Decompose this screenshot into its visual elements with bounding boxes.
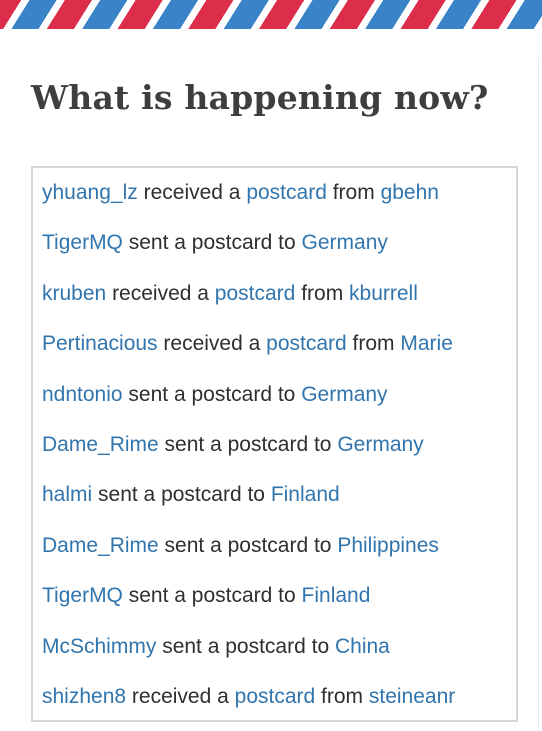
sender-link[interactable]: kburrell bbox=[349, 282, 418, 305]
feed-action-text: sent a postcard to bbox=[128, 231, 296, 255]
country-link[interactable]: Finland bbox=[271, 483, 340, 506]
user-link[interactable]: Dame_Rime bbox=[42, 433, 159, 456]
country-link[interactable]: Germany bbox=[337, 433, 423, 456]
sender-link[interactable]: Marie bbox=[400, 332, 453, 355]
postcard-link[interactable]: postcard bbox=[235, 685, 316, 708]
sender-link[interactable]: gbehn bbox=[381, 181, 439, 204]
country-link[interactable]: China bbox=[335, 635, 390, 658]
activity-feed: yhuang_lz received a postcard from gbehn… bbox=[31, 166, 518, 722]
postcard-link[interactable]: postcard bbox=[246, 181, 327, 204]
user-link[interactable]: TigerMQ bbox=[42, 584, 123, 607]
user-link[interactable]: McSchimmy bbox=[42, 635, 156, 658]
sidebar-divider bbox=[538, 58, 539, 731]
feed-item: kruben received a postcard from kburrell bbox=[33, 269, 516, 319]
country-link[interactable]: Philippines bbox=[337, 534, 439, 557]
feed-item: halmi sent a postcard to Finland bbox=[33, 470, 516, 520]
activity-list: yhuang_lz received a postcard from gbehn… bbox=[33, 168, 516, 720]
postcard-link[interactable]: postcard bbox=[266, 332, 347, 355]
user-link[interactable]: TigerMQ bbox=[42, 231, 123, 254]
feed-action-text: received a bbox=[143, 181, 241, 204]
feed-action-text: sent a postcard to bbox=[98, 483, 265, 507]
feed-item: McSchimmy sent a postcard to China bbox=[33, 622, 516, 672]
feed-connector-text: from bbox=[301, 281, 344, 305]
user-link[interactable]: Dame_Rime bbox=[42, 534, 159, 557]
country-link[interactable]: Germany bbox=[301, 383, 387, 406]
feed-connector-text: from bbox=[321, 684, 364, 708]
user-link[interactable]: shizhen8 bbox=[42, 685, 126, 708]
feed-action-text: received a bbox=[163, 332, 261, 356]
feed-item: shizhen8 received a postcard from steine… bbox=[33, 672, 516, 720]
feed-item: Dame_Rime sent a postcard to Germany bbox=[33, 420, 516, 470]
feed-item: yhuang_lz received a postcard from gbehn bbox=[33, 168, 516, 218]
feed-action-text: sent a postcard to bbox=[164, 432, 332, 456]
postcard-link[interactable]: postcard bbox=[215, 282, 296, 305]
country-link[interactable]: Finland bbox=[302, 584, 371, 607]
feed-connector-text: from bbox=[352, 332, 395, 356]
user-link[interactable]: ndntonio bbox=[42, 383, 123, 406]
sender-link[interactable]: steineanr bbox=[369, 685, 455, 708]
feed-item: Pertinacious received a postcard from Ma… bbox=[33, 319, 516, 369]
feed-action-text: sent a postcard to bbox=[128, 584, 296, 608]
feed-item: TigerMQ sent a postcard to Finland bbox=[33, 571, 516, 621]
user-link[interactable]: halmi bbox=[42, 483, 92, 506]
airmail-stripe-border bbox=[0, 0, 542, 29]
country-link[interactable]: Germany bbox=[302, 231, 388, 254]
feed-item: TigerMQ sent a postcard to Germany bbox=[33, 218, 516, 268]
feed-action-text: received a bbox=[112, 281, 209, 305]
user-link[interactable]: Pertinacious bbox=[42, 332, 158, 355]
user-link[interactable]: yhuang_lz bbox=[42, 181, 138, 204]
feed-item: ndntonio sent a postcard to Germany bbox=[33, 370, 516, 420]
feed-action-text: sent a postcard to bbox=[164, 533, 332, 557]
feed-item: Dame_Rime sent a postcard to Philippines bbox=[33, 521, 516, 571]
feed-action-text: sent a postcard to bbox=[162, 634, 330, 658]
page-title: What is happening now? bbox=[31, 78, 489, 117]
feed-connector-text: from bbox=[332, 181, 375, 204]
feed-action-text: received a bbox=[131, 684, 229, 708]
user-link[interactable]: kruben bbox=[42, 282, 106, 305]
feed-action-text: sent a postcard to bbox=[128, 382, 296, 406]
